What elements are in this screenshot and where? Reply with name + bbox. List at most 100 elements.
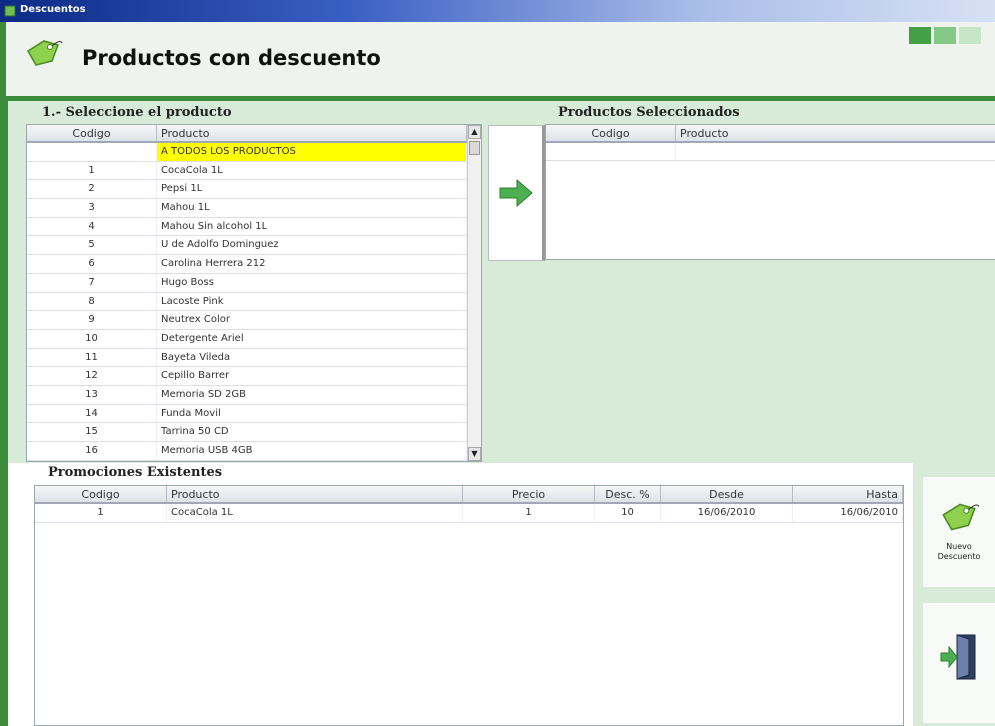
product-code: 10 [27, 329, 157, 348]
product-code [27, 143, 157, 161]
control-square[interactable] [909, 27, 931, 44]
product-row[interactable]: 3 Mahou 1L [27, 199, 467, 218]
column-header-precio[interactable]: Precio [463, 486, 595, 502]
promotions-rows: 1 CocaCola 1L 1 10 16/06/2010 16/06/2010 [35, 504, 903, 523]
product-name: Detergente Ariel [157, 329, 467, 348]
selected-products-list[interactable]: Codigo Producto [545, 124, 995, 260]
product-row[interactable]: 10 Detergente Ariel [27, 329, 467, 349]
column-header-codigo[interactable]: Codigo [27, 125, 157, 141]
window-title-bar[interactable]: Descuentos [0, 0, 995, 22]
page-title: Productos con descuento [82, 46, 381, 70]
product-row[interactable]: 12 Cepillo Barrer [27, 367, 467, 386]
scroll-down-icon[interactable]: ▼ [468, 447, 481, 461]
product-name: U de Adolfo Dominguez [157, 236, 467, 255]
product-row[interactable]: 9 Neutrex Color [27, 311, 467, 330]
product-row[interactable]: 6 Carolina Herrera 212 [27, 255, 467, 274]
product-name: Memoria SD 2GB [157, 385, 467, 404]
window-title: Descuentos [20, 4, 86, 15]
product-name: Mahou Sin alcohol 1L [157, 217, 467, 236]
product-name: Memoria USB 4GB [157, 442, 467, 460]
column-header-desde[interactable]: Desde [661, 486, 793, 502]
select-product-label: 1.- Seleccione el producto [42, 105, 232, 120]
product-code: 2 [27, 180, 157, 199]
column-header-producto[interactable]: Producto [167, 486, 463, 502]
promotions-table[interactable]: Codigo Producto Precio Desc. % Desde Has… [34, 485, 904, 726]
product-row[interactable]: 15 Tarrina 50 CD [27, 423, 467, 442]
product-name: Cepillo Barrer [157, 367, 467, 385]
product-code: 16 [27, 442, 157, 460]
product-code: 6 [27, 255, 157, 273]
product-row[interactable]: 14 Funda Movil [27, 404, 467, 424]
column-header-hasta[interactable]: Hasta [793, 486, 903, 502]
column-header-descuento[interactable]: Desc. % [595, 486, 661, 502]
exit-door-icon [940, 634, 976, 680]
product-name: Hugo Boss [157, 273, 467, 292]
tag-icon [942, 503, 980, 531]
exit-button[interactable] [923, 603, 995, 723]
promo-discount: 10 [595, 504, 661, 522]
product-code: 14 [27, 404, 157, 423]
product-code: 12 [27, 367, 157, 385]
product-code: 5 [27, 236, 157, 255]
product-name: Mahou 1L [157, 199, 467, 217]
tag-icon [26, 40, 63, 66]
product-row[interactable]: 1 CocaCola 1L [27, 161, 467, 181]
control-square[interactable] [959, 27, 981, 44]
product-row[interactable]: 13 Memoria SD 2GB [27, 385, 467, 405]
product-name: Bayeta Vileda [157, 348, 467, 367]
product-name: CocaCola 1L [157, 161, 467, 180]
product-row[interactable]: A TODOS LOS PRODUCTOS [27, 143, 467, 162]
product-row[interactable]: 8 Lacoste Pink [27, 292, 467, 312]
product-row[interactable]: 4 Mahou Sin alcohol 1L [27, 217, 467, 237]
column-header-producto[interactable]: Producto [157, 125, 467, 141]
side-actions: Nuevo Descuento [913, 463, 995, 726]
page-header: Productos con descuento [0, 22, 995, 96]
product-row[interactable]: 5U de Adolfo Dominguez [27, 236, 467, 256]
product-row[interactable]: 16 Memoria USB 4GB [27, 442, 467, 461]
product-name: A TODOS LOS PRODUCTOS [157, 143, 467, 161]
promotions-label: Promociones Existentes [48, 465, 223, 480]
product-list[interactable]: Codigo Producto A TODOS LOS PRODUCTOS 1 Co… [26, 124, 482, 462]
scroll-up-icon[interactable]: ▲ [468, 125, 481, 139]
new-discount-label-line2: Descuento [937, 552, 981, 561]
column-header-codigo[interactable]: Codigo [546, 125, 676, 141]
promo-product: CocaCola 1L [167, 504, 463, 522]
product-code: 9 [27, 311, 157, 329]
promotions-table-header: Codigo Producto Precio Desc. % Desde Has… [35, 486, 903, 504]
app-icon [4, 5, 16, 17]
product-list-scrollbar[interactable]: ▲ ▼ [467, 125, 481, 461]
scroll-thumb[interactable] [469, 141, 480, 155]
column-header-producto[interactable]: Producto [676, 125, 995, 141]
product-row[interactable]: 7 Hugo Boss [27, 273, 467, 293]
main-area: 1.- Seleccione el producto Codigo Produc… [0, 101, 995, 726]
control-square[interactable] [934, 27, 956, 44]
product-code: 3 [27, 199, 157, 217]
empty-row[interactable] [546, 143, 995, 161]
product-code: 13 [27, 385, 157, 404]
window-controls [909, 27, 981, 44]
new-discount-button[interactable]: Nuevo Descuento [923, 477, 995, 587]
product-name: Carolina Herrera 212 [157, 255, 467, 273]
column-header-codigo[interactable]: Codigo [35, 486, 167, 502]
selected-list-header: Codigo Producto [546, 125, 995, 143]
product-row[interactable]: 11 Bayeta Vileda [27, 348, 467, 368]
product-list-header: Codigo Producto [27, 125, 481, 143]
right-arrow-icon [499, 178, 533, 208]
product-rows: A TODOS LOS PRODUCTOS 1 CocaCola 1L 2 Pepsi … [27, 143, 481, 461]
product-code: 15 [27, 423, 157, 441]
promo-from: 16/06/2010 [661, 504, 793, 522]
product-name: Funda Movil [157, 404, 467, 423]
product-name: Neutrex Color [157, 311, 467, 329]
product-name: Tarrina 50 CD [157, 423, 467, 441]
promo-to: 16/06/2010 [793, 504, 903, 522]
product-code: 4 [27, 217, 157, 236]
product-name: Lacoste Pink [157, 292, 467, 311]
product-code: 8 [27, 292, 157, 311]
product-code: 7 [27, 273, 157, 292]
new-discount-label-line1: Nuevo [946, 542, 972, 551]
add-product-button[interactable] [488, 125, 545, 261]
product-code: 11 [27, 348, 157, 367]
promotion-row[interactable]: 1 CocaCola 1L 1 10 16/06/2010 16/06/2010 [35, 504, 903, 523]
product-row[interactable]: 2 Pepsi 1L [27, 180, 467, 200]
product-name: Pepsi 1L [157, 180, 467, 199]
